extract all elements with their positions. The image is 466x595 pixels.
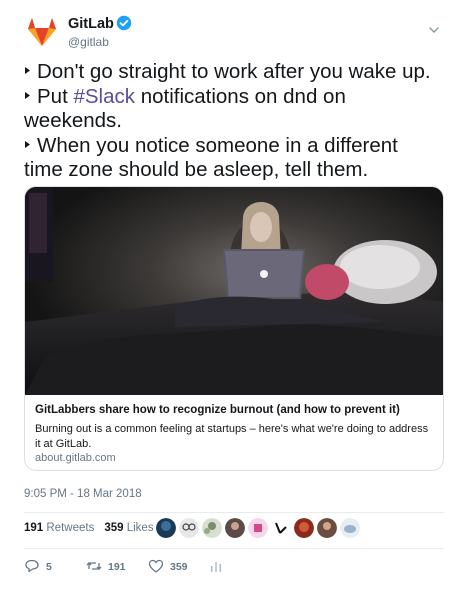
verified-badge-icon (116, 15, 132, 31)
likes-count: 359 (104, 522, 124, 534)
retweets-stat[interactable]: 191 Retweets (24, 522, 94, 534)
divider (24, 512, 444, 513)
avatar[interactable] (317, 518, 337, 538)
hashtag-link[interactable]: #Slack (73, 85, 135, 108)
tweet-timestamp[interactable]: 9:05 PM - 18 Mar 2018 (24, 488, 142, 500)
avatar[interactable] (156, 518, 176, 538)
analytics-button[interactable] (208, 556, 228, 576)
chevron-down-icon[interactable] (428, 24, 440, 36)
engagement-stats: 191 Retweets 359 Likes (24, 522, 154, 534)
tweet-actions: 5 191 359 (24, 556, 324, 576)
tweet-line-1-text: Don't go straight to work after you wake… (37, 60, 431, 83)
retweet-count: 191 (108, 561, 126, 573)
card-title[interactable]: GitLabbers share how to recognize burnou… (35, 404, 400, 416)
heart-icon (148, 559, 164, 573)
like-count: 359 (170, 561, 188, 573)
tweet-line-2-rest: notifications on dnd on (135, 84, 346, 108)
avatar[interactable] (248, 518, 268, 538)
avatar[interactable] (294, 518, 314, 538)
tweet-text: Don't go straight to work after you wake… (24, 60, 444, 183)
avatar[interactable] (340, 518, 360, 538)
tweet-line-1: Don't go straight to work after you wake… (24, 60, 444, 85)
like-button[interactable]: 359 (148, 556, 198, 576)
link-preview-card[interactable]: GitLabbers share how to recognize burnou… (24, 186, 444, 471)
analytics-icon (211, 562, 221, 572)
author-handle[interactable]: @gitlab (68, 35, 109, 49)
avatar[interactable] (271, 518, 291, 538)
retweets-count: 191 (24, 522, 44, 534)
tweet-line-3: weekends. (24, 109, 123, 132)
retweet-icon (86, 562, 102, 570)
likes-label: Likes (126, 522, 154, 534)
reply-button[interactable]: 5 (24, 556, 64, 576)
tweet-line-2-text: Put (37, 84, 74, 108)
tweet-line-5: time zone should be asleep, tell them. (24, 158, 369, 181)
retweet-button[interactable]: 191 (86, 556, 136, 576)
card-image[interactable] (25, 187, 444, 395)
tweet-header: GitLab @gitlab (24, 12, 444, 52)
retweets-label: Retweets (46, 522, 95, 534)
card-domain[interactable]: about.gitlab.com (35, 452, 116, 464)
likes-stat[interactable]: 359 Likes (104, 522, 153, 534)
reply-icon (25, 559, 39, 573)
avatar[interactable] (202, 518, 222, 538)
reply-count: 5 (46, 561, 52, 573)
tweet-line-4-text: When you notice someone in a different (37, 133, 398, 157)
avatar[interactable] (179, 518, 199, 538)
avatar[interactable] (225, 518, 245, 538)
bullet-arrow-icon (25, 67, 30, 74)
divider (24, 548, 444, 549)
bullet-arrow-icon (25, 140, 30, 148)
tweet-line-2: Put #Slack notifications on dnd on (24, 85, 444, 110)
tweet-line-4: When you notice someone in a different (24, 134, 444, 159)
bullet-arrow-icon (25, 91, 30, 99)
card-description: Burning out is a common feeling at start… (35, 423, 429, 450)
gitlab-logo-icon[interactable] (24, 14, 60, 50)
author-name[interactable]: GitLab (68, 16, 114, 32)
